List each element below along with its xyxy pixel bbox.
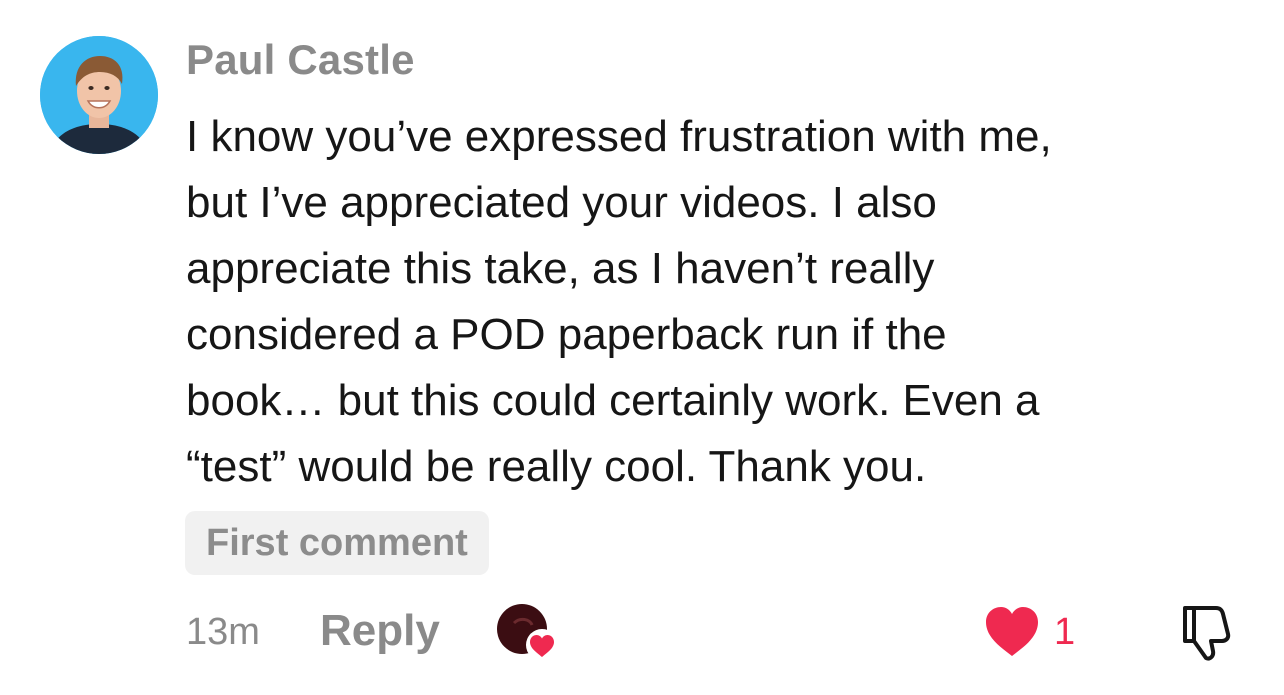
creator-avatar-heart-icon — [497, 604, 558, 661]
comment-timestamp: 13m — [186, 611, 260, 653]
comment-text-line: book… but this could certainly work. Eve… — [186, 376, 1040, 425]
heart-icon — [986, 607, 1038, 656]
reply-button[interactable]: Reply — [320, 606, 440, 656]
comment-text: I know you’ve expressed frustration with… — [186, 104, 1256, 500]
comment-author[interactable]: Paul Castle — [186, 36, 415, 84]
comment-text-line: “test” would be really cool. Thank you. — [186, 442, 927, 491]
comment-item: Paul Castle I know you’ve expressed frus… — [0, 0, 1284, 695]
creator-liked-indicator — [496, 603, 560, 663]
dislike-button[interactable] — [1176, 600, 1238, 662]
comment-text-line: I know you’ve expressed frustration with… — [186, 112, 1052, 161]
profile-photo-icon — [40, 36, 158, 154]
first-comment-badge: First comment — [185, 511, 489, 575]
like-button[interactable] — [982, 604, 1042, 658]
like-count: 1 — [1054, 611, 1076, 653]
comment-text-line: appreciate this take, as I haven’t reall… — [186, 244, 935, 293]
comment-text-line: considered a POD paperback run if the — [186, 310, 947, 359]
author-avatar[interactable] — [40, 36, 158, 154]
comment-text-line: but I’ve appreciated your videos. I also — [186, 178, 937, 227]
thumbs-down-icon — [1183, 606, 1231, 661]
